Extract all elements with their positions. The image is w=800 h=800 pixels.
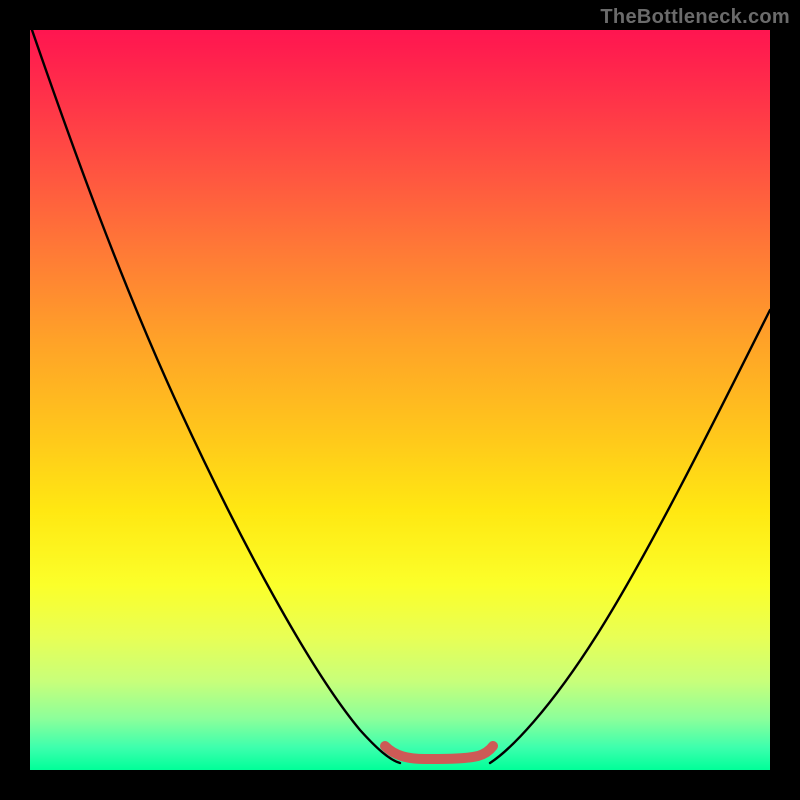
watermark-text: TheBottleneck.com	[600, 6, 790, 29]
left-curve-line	[32, 30, 400, 763]
right-curve-line	[490, 310, 770, 763]
plot-area	[30, 30, 770, 770]
bottom-band-line	[385, 746, 493, 759]
plot-svg	[30, 30, 770, 770]
chart-frame: TheBottleneck.com	[0, 0, 800, 800]
